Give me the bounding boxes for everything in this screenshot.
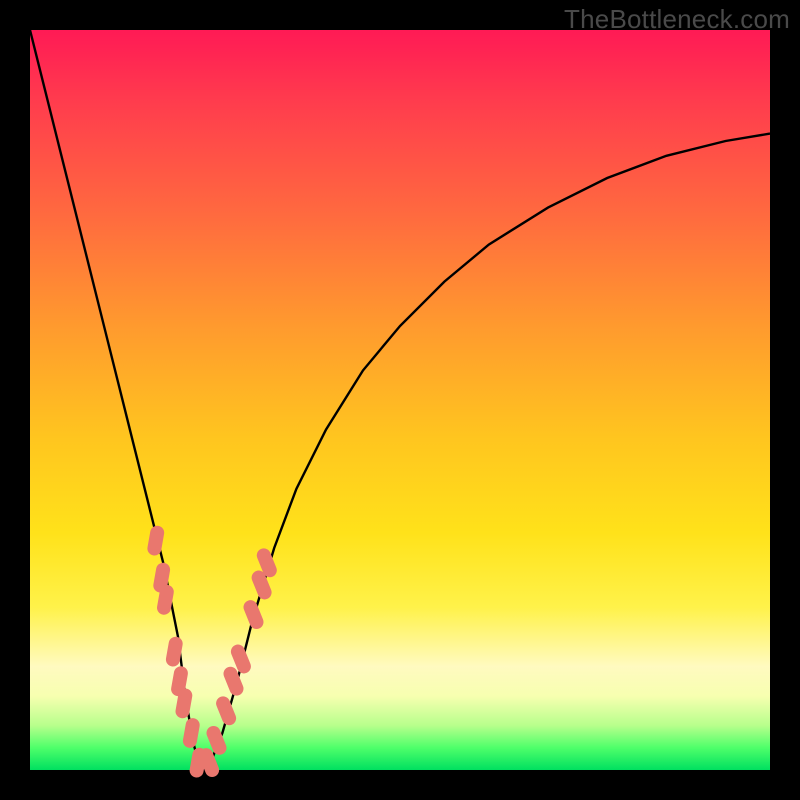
chart-svg: [30, 30, 770, 770]
curve-markers: [146, 525, 279, 780]
curve-marker: [146, 525, 165, 557]
curve-marker: [241, 598, 265, 631]
chart-frame: TheBottleneck.com: [0, 0, 800, 800]
bottleneck-curve: [30, 30, 770, 770]
plot-area: [30, 30, 770, 770]
curve-marker: [182, 717, 201, 749]
curve-marker: [214, 694, 238, 727]
